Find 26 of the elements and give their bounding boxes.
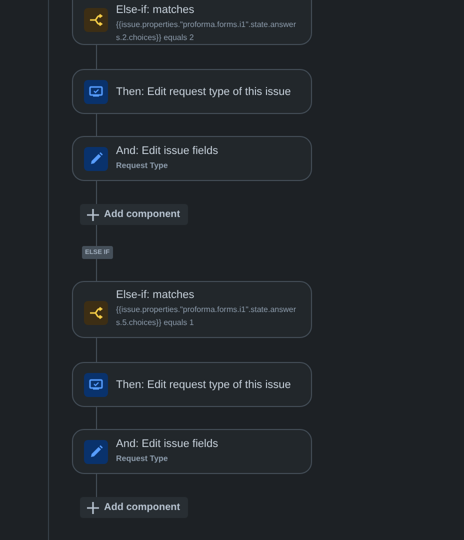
card-detail: {{issue.properties."proforma.forms.i1".state.answers.2.choices}} equals 2 <box>116 19 297 44</box>
card-title: Else-if: matches <box>116 4 196 16</box>
monitor-icon <box>84 372 108 396</box>
rule-card[interactable]: Else-if: matches {{issue.properties."proforma.forms.i1".state.answers.5.choices}} equals 1 <box>72 281 312 338</box>
rule-card[interactable]: Else-if: matches {{issue.properties."proforma.forms.i1".state.answers.2.choices}} equals 2 <box>72 0 312 45</box>
card-title: Else-if: matches <box>116 289 196 301</box>
card-detail: Request Type <box>116 453 169 465</box>
branch-icon <box>84 8 108 32</box>
card-title: And: Edit issue fields <box>116 438 218 450</box>
monitor-icon <box>84 80 108 104</box>
card-title: Then: Edit request type of this issue <box>116 86 291 98</box>
plus-icon <box>87 208 99 220</box>
card-detail: Request Type <box>116 160 169 172</box>
pencil-icon <box>84 146 108 170</box>
rule-card[interactable]: Then: Edit request type of this issue <box>72 69 312 114</box>
card-title: And: Edit issue fields <box>116 145 218 157</box>
branch-icon <box>84 301 108 325</box>
add-component-button[interactable]: Add component <box>80 497 188 518</box>
card-detail: {{issue.properties."proforma.forms.i1".state.answers.5.choices}} equals 1 <box>116 304 297 329</box>
rule-card[interactable]: And: Edit issue fields Request Type <box>72 136 312 181</box>
add-component-button[interactable]: Add component <box>80 204 188 225</box>
plus-icon <box>87 502 99 514</box>
rule-card[interactable]: And: Edit issue fields Request Type <box>72 429 312 474</box>
card-title: Then: Edit request type of this issue <box>116 378 291 390</box>
rule-card[interactable]: Then: Edit request type of this issue <box>72 362 312 407</box>
pencil-icon <box>84 440 108 464</box>
